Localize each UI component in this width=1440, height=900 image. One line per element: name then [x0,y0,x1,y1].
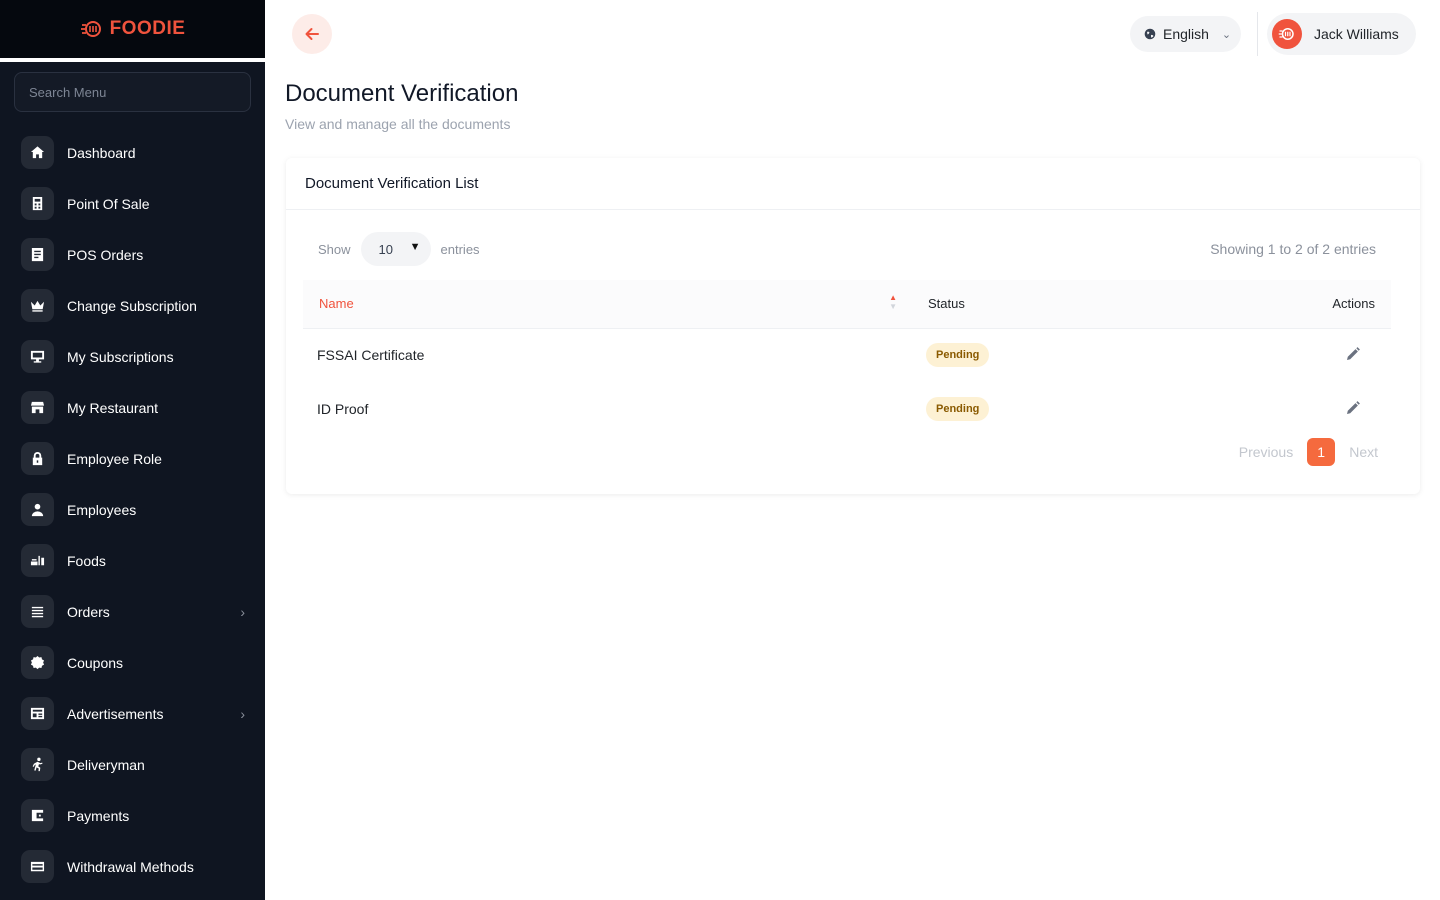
chevron-right-icon: › [240,603,245,620]
card-icon [21,850,54,883]
sidebar-item-withdrawal-methods[interactable]: Withdrawal Methods [0,841,265,892]
coupon-icon [21,646,54,679]
column-header-actions: Actions [1231,280,1391,329]
arrow-left-icon [305,28,319,40]
sidebar-item-label: Orders [67,603,110,620]
calculator-icon [21,187,54,220]
sidebar-item-advertisements[interactable]: Advertisements › [0,688,265,739]
sidebar-item-point-of-sale[interactable]: Point Of Sale [0,178,265,229]
sidebar-item-label: Advertisements [67,705,164,722]
entries-control: Show 10 ▼ entries [318,232,480,266]
entries-label: entries [440,241,480,257]
card-title: Document Verification List [286,158,1420,210]
sidebar-item-label: Change Subscription [67,297,197,314]
sidebar-item-label: Withdrawal Methods [67,858,194,875]
sidebar-item-deliveryman[interactable]: Deliveryman [0,739,265,790]
sidebar-item-coupons[interactable]: Coupons [0,637,265,688]
table-row: FSSAI Certificate Pending [303,328,1391,382]
actions-cell [1231,328,1391,382]
user-menu[interactable]: Jack Williams [1267,13,1416,55]
sidebar-item-label: Employee Role [67,450,162,467]
sidebar-item-pos-orders[interactable]: POS Orders [0,229,265,280]
sidebar-item-payments[interactable]: Payments [0,790,265,841]
brand[interactable]: FOODIE [0,0,265,62]
search-menu [14,72,251,112]
sidebar-item-label: Point Of Sale [67,195,150,212]
brand-name: FOODIE [109,18,186,39]
topbar-divider [1257,12,1258,56]
sidebar-item-label: Dashboard [67,144,136,161]
table-header-row: Name ▲ ▼ Status Actions [303,280,1391,329]
documents-table: Name ▲ ▼ Status Actions FSSAI Certificat… [303,280,1391,436]
back-button[interactable] [292,14,332,54]
sidebar-menu: Dashboard Point Of Sale POS Orders Chang… [0,127,265,892]
sidebar-item-label: Payments [67,807,130,824]
sort-desc-icon: ▼ [889,302,897,311]
status-cell: Pending [913,382,1231,436]
document-name: FSSAI Certificate [317,347,425,364]
sidebar-item-label: Coupons [67,654,124,671]
ad-icon [21,697,54,730]
language-selector[interactable]: English ⌄ [1130,16,1241,52]
page-subtitle: View and manage all the documents [285,116,511,132]
chevron-down-icon: ⌄ [1221,28,1232,41]
pagination-previous[interactable]: Previous [1239,444,1293,460]
status-cell: Pending [913,328,1231,382]
sidebar-item-label: Employees [67,501,137,518]
sidebar-item-change-subscription[interactable]: Change Subscription [0,280,265,331]
list-icon [21,595,54,628]
status-badge: Pending [926,343,990,368]
crown-icon [21,289,54,322]
sidebar-item-label: My Restaurant [67,399,159,416]
user-name: Jack Williams [1314,26,1399,42]
pagination: Previous 1 Next [1239,438,1378,466]
document-name: ID Proof [317,401,369,417]
sidebar-item-label: Deliveryman [67,756,145,773]
actions-cell [1231,382,1391,436]
sidebar-item-employees[interactable]: Employees [0,484,265,535]
sidebar-item-label: POS Orders [67,246,144,263]
table-info: Showing 1 to 2 of 2 entries [1210,241,1376,257]
sidebar-item-dashboard[interactable]: Dashboard [0,127,265,178]
column-header-status[interactable]: Status [913,280,1231,329]
foodie-logo-icon [1278,28,1294,40]
entries-select-wrapper: 10 ▼ [360,232,431,266]
pagination-next[interactable]: Next [1349,444,1378,460]
monitor-icon [21,340,54,373]
runner-icon [21,748,54,781]
avatar [1272,19,1302,49]
document-verification-card: Document Verification List Show 10 ▼ ent… [286,158,1420,494]
sidebar-item-employee-role[interactable]: Employee Role [0,433,265,484]
sidebar-item-my-subscriptions[interactable]: My Subscriptions [0,331,265,382]
globe-icon [1144,28,1156,40]
column-header-label: Name [319,296,354,312]
column-header-name[interactable]: Name ▲ ▼ [303,280,913,329]
sort-asc-icon: ▲ [889,293,897,302]
entries-select[interactable]: 10 [360,232,431,266]
food-icon [21,544,54,577]
sidebar: FOODIE Dashboard Point Of Sale POS Order… [0,0,265,900]
lock-icon [21,442,54,475]
sidebar-item-label: My Subscriptions [67,348,174,365]
home-icon [21,136,54,169]
table-row: ID Proof Pending [303,382,1391,436]
person-icon [21,493,54,526]
language-label: English [1163,26,1209,42]
status-badge: Pending [926,397,990,421]
foodie-logo-icon [80,21,101,37]
show-label: Show [318,241,351,257]
sidebar-item-label: Foods [67,552,106,569]
store-icon [21,391,54,424]
receipt-icon [21,238,54,271]
search-menu-input[interactable] [29,84,236,100]
chevron-right-icon: › [240,705,245,722]
sidebar-item-orders[interactable]: Orders › [0,586,265,637]
pencil-icon[interactable] [1345,346,1361,362]
page-title: Document Verification [285,80,519,107]
sidebar-item-foods[interactable]: Foods [0,535,265,586]
wallet-icon [21,799,54,832]
pencil-icon[interactable] [1345,400,1361,416]
pagination-page-current[interactable]: 1 [1307,438,1336,466]
sidebar-item-my-restaurant[interactable]: My Restaurant [0,382,265,433]
